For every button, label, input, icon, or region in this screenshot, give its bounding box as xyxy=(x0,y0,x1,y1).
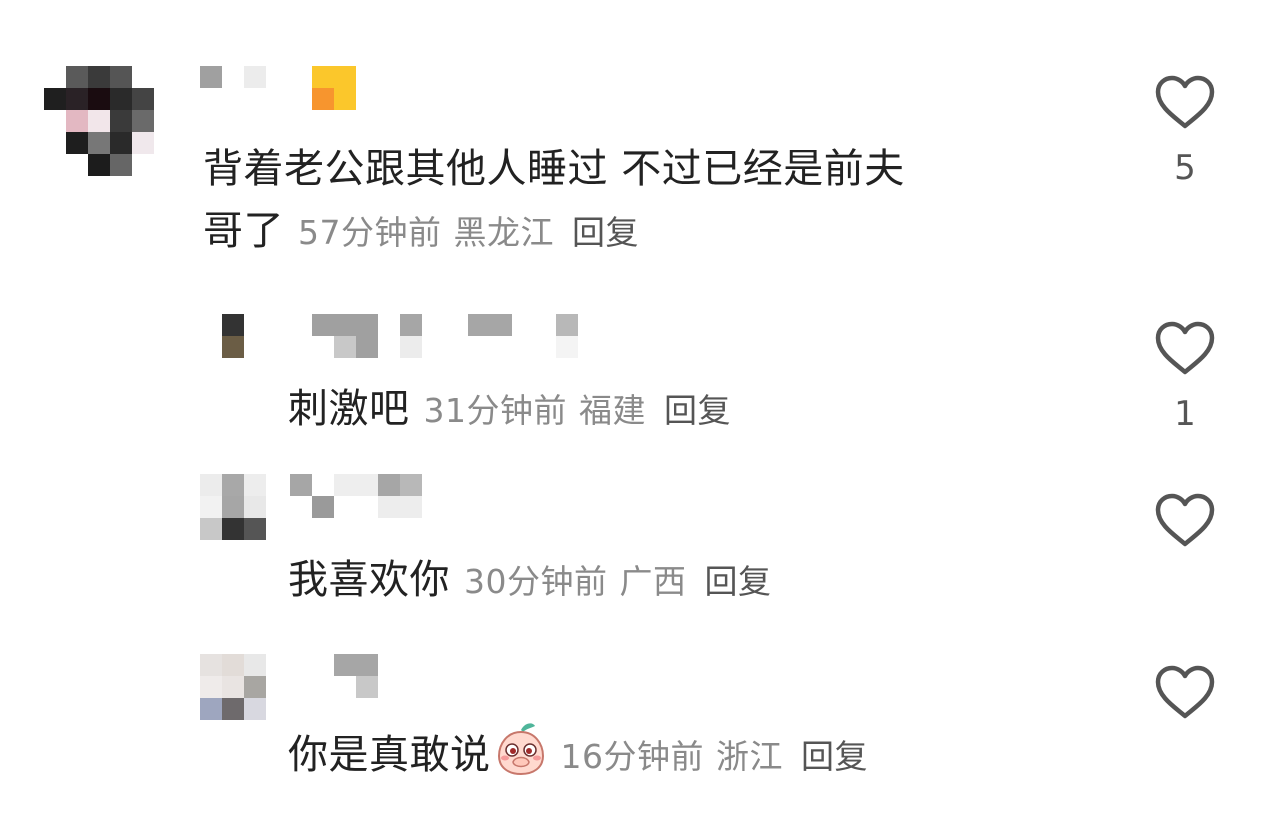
reply-text-row: 你是真敢说 16分钟前 浙江 回复 xyxy=(288,720,868,794)
heart-outline-icon xyxy=(1155,665,1215,719)
peach-covering-mouth-emoji xyxy=(495,720,547,794)
reply-button[interactable]: 回复 xyxy=(664,391,731,430)
comment-text: 刺激吧 xyxy=(288,386,410,432)
username[interactable] xyxy=(290,474,430,520)
like-button[interactable]: 5 xyxy=(1153,74,1217,188)
reply-button[interactable]: 回复 xyxy=(572,213,639,252)
like-button[interactable] xyxy=(1153,492,1217,548)
heart-outline-icon xyxy=(1155,321,1215,375)
comment-text-line-1: 背着老公跟其他人睡过 不过已经是前夫 xyxy=(203,146,905,192)
username[interactable] xyxy=(334,654,382,700)
avatar[interactable] xyxy=(200,654,268,722)
like-button[interactable] xyxy=(1153,664,1217,720)
comment-text: 背着老公跟其他人睡过 不过已经是前夫 哥了 57分钟前 黑龙江 回复 xyxy=(203,138,1103,264)
comment-meta: 30分钟前 广西 xyxy=(464,562,687,601)
comment-meta: 57分钟前 黑龙江 xyxy=(298,213,554,252)
comment-text: 我喜欢你 xyxy=(288,557,450,603)
comment-text-tail: 哥了 xyxy=(203,208,284,254)
comment-text: 你是真敢说 xyxy=(288,732,491,778)
reply-text-row: 刺激吧 31分钟前 福建 回复 xyxy=(288,378,731,442)
comment-location: 福建 xyxy=(579,391,646,430)
heart-outline-icon xyxy=(1155,75,1215,129)
comment-text-line-2: 哥了 57分钟前 黑龙江 回复 xyxy=(203,200,1103,264)
comment-meta: 16分钟前 浙江 xyxy=(561,737,784,776)
reply-button[interactable]: 回复 xyxy=(801,737,868,776)
username[interactable] xyxy=(312,314,582,360)
reply-button[interactable]: 回复 xyxy=(705,562,772,601)
avatar[interactable] xyxy=(222,314,246,360)
like-count: 5 xyxy=(1174,148,1196,188)
comment-time: 31分钟前 xyxy=(423,391,567,430)
comment-time: 57分钟前 xyxy=(298,213,442,252)
comment-time: 30分钟前 xyxy=(464,562,608,601)
avatar[interactable] xyxy=(44,66,156,176)
username[interactable] xyxy=(200,66,360,112)
reply-text-row: 我喜欢你 30分钟前 广西 回复 xyxy=(288,549,772,613)
avatar[interactable] xyxy=(200,474,268,542)
like-count: 1 xyxy=(1174,394,1196,434)
comment-location: 黑龙江 xyxy=(453,213,554,252)
comment-time: 16分钟前 xyxy=(560,737,704,776)
heart-outline-icon xyxy=(1155,493,1215,547)
comment-meta: 31分钟前 福建 xyxy=(424,391,647,430)
like-button[interactable]: 1 xyxy=(1153,320,1217,434)
comment-location: 广西 xyxy=(619,562,687,601)
comment-location: 浙江 xyxy=(716,737,783,776)
